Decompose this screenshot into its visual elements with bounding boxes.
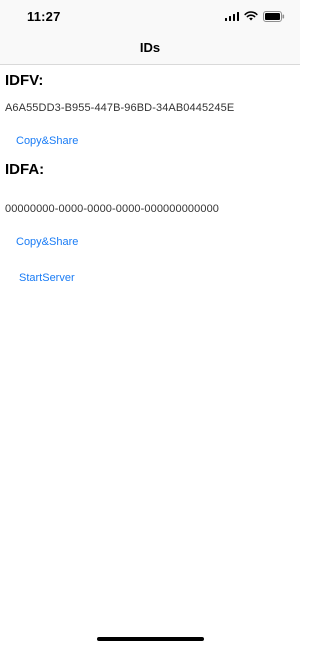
idfv-value: A6A55DD3-B955-447B-96BD-34AB0445245E: [5, 102, 235, 114]
navigation-bar: IDs: [0, 32, 300, 65]
idfv-copy-share-button[interactable]: Copy&Share: [16, 133, 78, 149]
screen: 11:27 IDs IDFV: A6A55DD3-B955-447B-96BD-…: [0, 0, 300, 649]
signal-icon: [224, 11, 239, 21]
wifi-icon: [244, 11, 258, 21]
status-time: 11:27: [27, 9, 61, 24]
idfv-heading: IDFV:: [5, 72, 44, 89]
battery-icon: [263, 10, 285, 22]
idfa-heading: IDFA:: [5, 161, 45, 178]
idfa-copy-share-button[interactable]: Copy&Share: [16, 234, 78, 250]
page-title: IDs: [139, 40, 161, 55]
idfa-value: 00000000-0000-0000-0000-000000000000: [5, 203, 220, 215]
status-bar: 11:27: [0, 0, 300, 32]
start-server-button[interactable]: StartServer: [19, 270, 75, 286]
status-icons: [224, 10, 286, 22]
home-indicator[interactable]: [97, 637, 204, 641]
